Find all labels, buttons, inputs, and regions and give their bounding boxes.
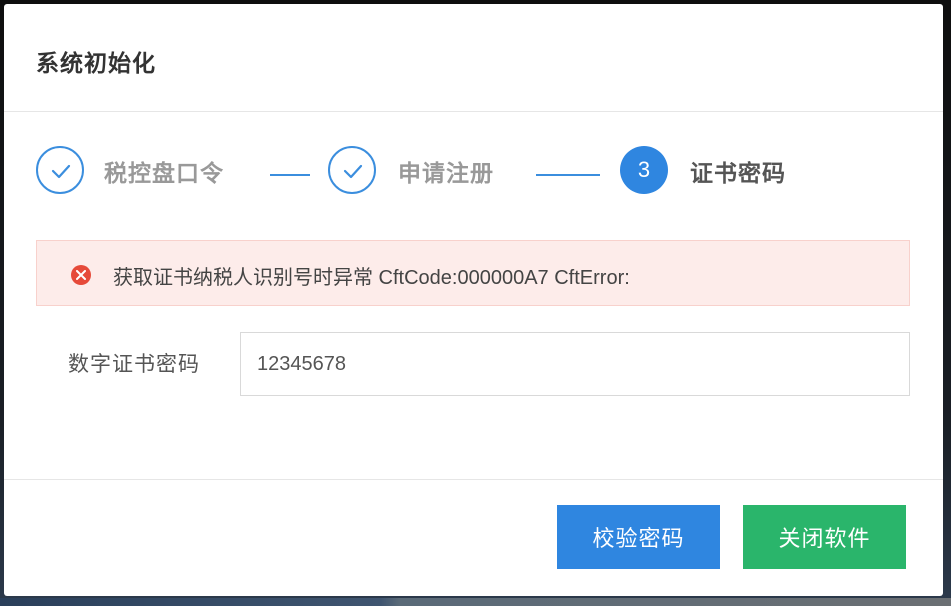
close-software-button[interactable]: 关闭软件 [743, 505, 906, 569]
step-3-number: 3 [637, 157, 651, 182]
dialog-title: 系统初始化 [36, 51, 156, 77]
step-2-label: 申请注册 [398, 161, 494, 187]
footer-divider [4, 479, 943, 480]
step-3-number-badge: 3 [620, 146, 668, 194]
error-alert: 获取证书纳税人识别号时异常 CftCode:000000A7 CftError: [36, 240, 910, 306]
init-dialog: 系统初始化 税控盘口令 申请注册 3 证书密码 获取证书纳税人识别号时异常 Cf… [4, 4, 943, 596]
step-connector [270, 174, 310, 176]
cert-password-input[interactable] [240, 332, 910, 396]
step-2-check-icon [328, 146, 376, 194]
error-message: 获取证书纳税人识别号时异常 CftCode:000000A7 CftError: [113, 267, 630, 289]
step-3-label: 证书密码 [690, 161, 786, 187]
verify-password-button[interactable]: 校验密码 [557, 505, 720, 569]
background-window-edge [0, 598, 951, 606]
step-connector [536, 174, 600, 176]
error-icon [71, 265, 91, 285]
close-x-glyph [76, 270, 86, 280]
step-1-label: 税控盘口令 [104, 161, 224, 187]
check-icon [343, 164, 363, 179]
step-1-check-icon [36, 146, 84, 194]
cert-password-label: 数字证书密码 [68, 352, 200, 376]
check-icon [51, 164, 71, 179]
dialog-header: 系统初始化 [4, 4, 943, 112]
step-indicator: 税控盘口令 申请注册 3 证书密码 [36, 146, 916, 200]
